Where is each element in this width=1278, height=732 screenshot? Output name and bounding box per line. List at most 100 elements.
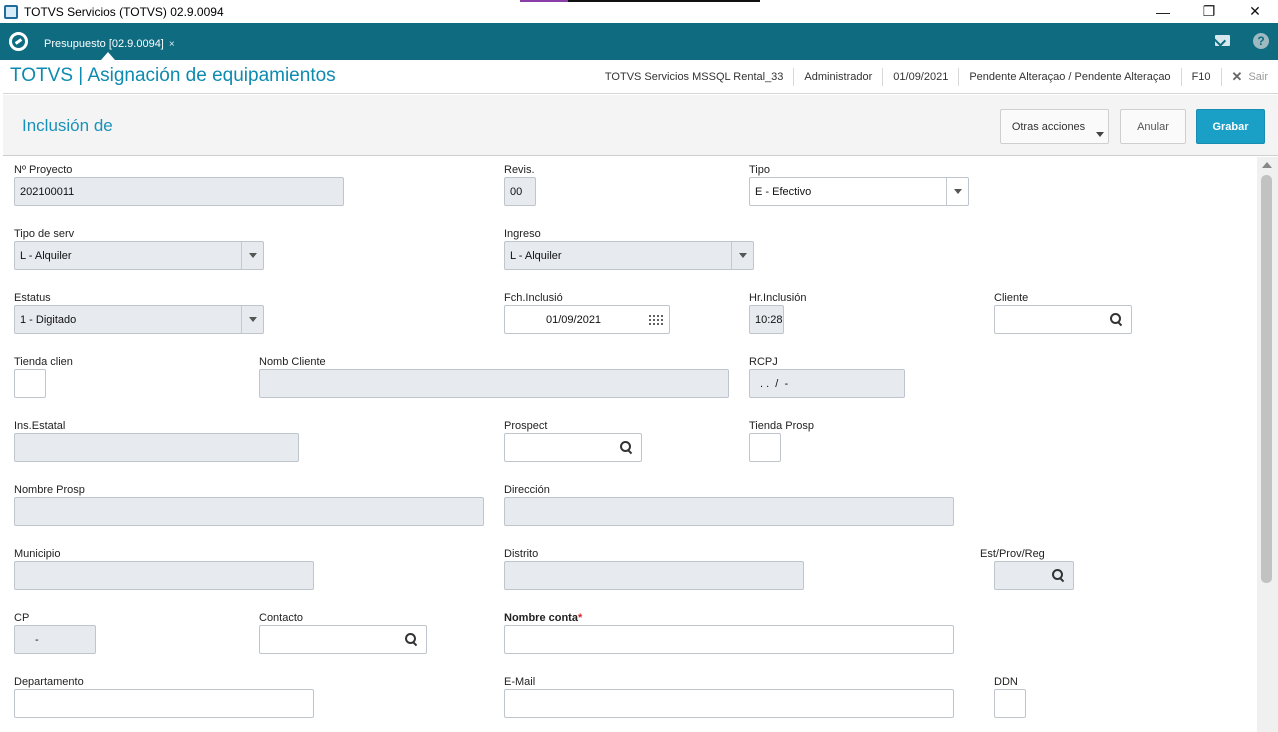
tab-label: Presupuesto [02.9.0094]: [44, 38, 164, 50]
scrollbar-thumb[interactable]: [1261, 175, 1272, 583]
window-title: TOTVS Servicios (TOTVS) 02.9.0094: [24, 4, 224, 19]
close-icon: ✕: [1231, 68, 1243, 84]
nombre-conta-label-text: Nombre conta: [504, 612, 578, 624]
minimize-button[interactable]: —: [1140, 0, 1186, 23]
vertical-scrollbar[interactable]: [1257, 157, 1278, 732]
tienda-clien-field[interactable]: [14, 369, 46, 398]
ddn-field[interactable]: [994, 689, 1026, 718]
revis-value: 00: [510, 185, 523, 198]
estatus-select[interactable]: 1 - Digitado: [14, 305, 264, 334]
nombre-prosp-label: Nombre Prosp: [14, 484, 85, 496]
tipo-serv-select[interactable]: L - Alquiler: [14, 241, 264, 270]
header-info-bar: TOTVS Servicios MSSQL Rental_33 Administ…: [595, 60, 1278, 93]
tipo-serv-value: L - Alquiler: [20, 249, 72, 262]
rcpj-field[interactable]: . . / -: [749, 369, 905, 398]
hr-inclusion-label: Hr.Inclusión: [749, 292, 807, 304]
tab-bar: Presupuesto [02.9.0094] × ?: [0, 23, 1278, 60]
otras-acciones-label: Otras acciones: [1011, 120, 1086, 133]
nomb-cliente-field[interactable]: [259, 369, 729, 398]
estatus-value: 1 - Digitado: [20, 313, 77, 326]
chevron-down-icon: [1096, 132, 1104, 137]
required-mark: *: [577, 612, 583, 624]
chevron-down-icon[interactable]: [241, 242, 263, 269]
user-info: Administrador: [793, 67, 882, 86]
nombre-conta-field[interactable]: [504, 625, 954, 654]
totvs-logo-icon[interactable]: [9, 32, 28, 51]
municipio-field[interactable]: [14, 561, 314, 590]
tienda-prosp-field[interactable]: [749, 433, 781, 462]
tipo-serv-label: Tipo de serv: [14, 228, 75, 240]
scroll-up-icon[interactable]: [1262, 162, 1272, 168]
cliente-field[interactable]: [994, 305, 1132, 334]
departamento-label: Departamento: [14, 676, 84, 688]
anular-button[interactable]: Anular: [1120, 109, 1186, 144]
direccion-field[interactable]: [504, 497, 954, 526]
rcpj-value: . . / -: [760, 377, 789, 390]
nombre-conta-label: Nombre conta*: [504, 612, 582, 624]
fch-inclusion-label: Fch.Inclusió: [504, 292, 563, 304]
cp-label: CP: [14, 612, 30, 624]
ddn-label: DDN: [994, 676, 1018, 688]
proyecto-label: Nº Proyecto: [14, 164, 73, 176]
maximize-button[interactable]: ❐: [1186, 0, 1232, 23]
nomb-cliente-label: Nomb Cliente: [259, 356, 326, 368]
municipio-label: Municipio: [14, 548, 61, 560]
tipo-select[interactable]: E - Efectivo: [749, 177, 969, 206]
search-icon[interactable]: [1052, 569, 1066, 583]
prospect-field[interactable]: [504, 433, 642, 462]
taskbar-accent-line: [520, 0, 760, 2]
ingreso-label: Ingreso: [504, 228, 541, 240]
chevron-down-icon[interactable]: [946, 178, 968, 205]
tab-close-icon[interactable]: ×: [169, 39, 175, 50]
ingreso-select[interactable]: L - Alquiler: [504, 241, 754, 270]
chevron-down-icon[interactable]: [731, 242, 753, 269]
grabar-button[interactable]: Grabar: [1196, 109, 1265, 144]
help-icon[interactable]: ?: [1253, 33, 1269, 49]
app-window-icon: [4, 4, 18, 19]
est-prov-reg-field[interactable]: [994, 561, 1074, 590]
shortcut-info: F10: [1180, 67, 1221, 86]
estatus-label: Estatus: [14, 292, 51, 304]
ingreso-value: L - Alquiler: [510, 249, 562, 262]
rcpj-label: RCPJ: [749, 356, 778, 368]
revis-field[interactable]: 00: [504, 177, 536, 206]
form-area: Nº Proyecto 202100011 Revis. 00 Tipo E -…: [3, 157, 1257, 732]
form-title: Inclusión de: [22, 116, 113, 135]
nombre-prosp-field[interactable]: [14, 497, 484, 526]
email-field[interactable]: [504, 689, 954, 718]
cliente-label: Cliente: [994, 292, 1029, 304]
calendar-icon[interactable]: [648, 314, 664, 326]
environment-info: TOTVS Servicios MSSQL Rental_33: [604, 70, 784, 83]
prospect-label: Prospect: [504, 420, 548, 432]
action-bar: Inclusión de Otras acciones Anular Graba…: [3, 95, 1278, 156]
mail-icon[interactable]: [1215, 35, 1230, 46]
distrito-label: Distrito: [504, 548, 539, 560]
exit-label: Sair: [1248, 70, 1268, 83]
tienda-prosp-label: Tienda Prosp: [749, 420, 815, 432]
active-tab-pointer: [101, 52, 115, 60]
page-title: TOTVS | Asignación de equipamientos: [10, 65, 336, 86]
search-icon[interactable]: [620, 441, 634, 455]
tipo-value: E - Efectivo: [755, 185, 812, 198]
search-icon[interactable]: [405, 633, 419, 647]
contacto-field[interactable]: [259, 625, 427, 654]
departamento-field[interactable]: [14, 689, 314, 718]
search-icon[interactable]: [1110, 313, 1124, 327]
distrito-field[interactable]: [504, 561, 804, 590]
close-window-button[interactable]: ✕: [1232, 0, 1278, 23]
ins-estatal-field[interactable]: [14, 433, 299, 462]
direccion-label: Dirección: [504, 484, 550, 496]
proyecto-field[interactable]: 202100011: [14, 177, 344, 206]
fch-inclusion-field[interactable]: 01/09/2021: [504, 305, 670, 334]
tienda-clien-label: Tienda clien: [14, 356, 73, 368]
revis-label: Revis.: [504, 164, 535, 176]
exit-button[interactable]: ✕ Sair: [1220, 67, 1278, 86]
fch-inclusion-value: 01/09/2021: [546, 313, 602, 326]
window-titlebar: TOTVS Servicios (TOTVS) 02.9.0094 — ❐ ✕: [0, 0, 1278, 23]
window-controls: — ❐ ✕: [1140, 0, 1278, 23]
hr-inclusion-field[interactable]: 10:28: [749, 305, 784, 334]
cp-field[interactable]: -: [14, 625, 96, 654]
otras-acciones-button[interactable]: Otras acciones: [1000, 109, 1109, 144]
chevron-down-icon[interactable]: [241, 306, 263, 333]
cp-value: -: [35, 633, 39, 646]
